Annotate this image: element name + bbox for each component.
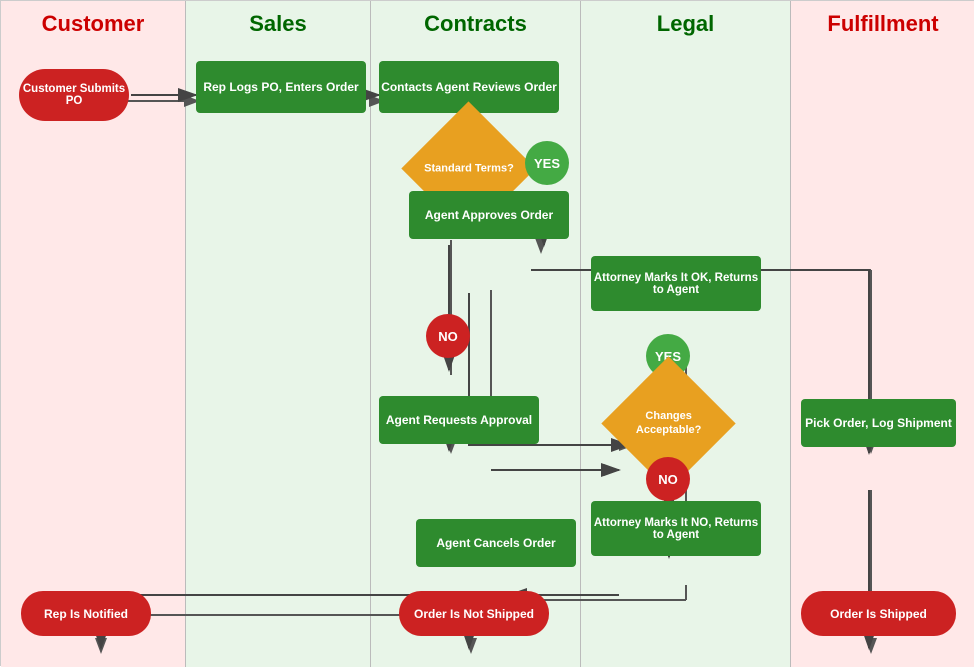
- customer-header: Customer: [1, 1, 185, 47]
- agent-requests-approval: Agent Requests Approval: [379, 396, 539, 444]
- legal-header: Legal: [581, 1, 790, 47]
- lane-legal: Legal: [581, 1, 791, 667]
- pick-order: Pick Order, Log Shipment: [801, 399, 956, 447]
- sales-header: Sales: [186, 1, 370, 47]
- no-circle-1: NO: [426, 314, 470, 358]
- flowchart: Customer Sales Contracts Legal Fulfillme…: [0, 0, 974, 666]
- lane-fulfillment: Fulfillment: [791, 1, 974, 667]
- no-circle-2: NO: [646, 457, 690, 501]
- agent-approves: Agent Approves Order: [409, 191, 569, 239]
- customer-submits-po: Customer Submits PO: [19, 69, 129, 121]
- attorney-marks-no: Attorney Marks It NO, Returns to Agent: [591, 501, 761, 556]
- agent-cancels-order: Agent Cancels Order: [416, 519, 576, 567]
- yes-circle-1: YES: [525, 141, 569, 185]
- order-not-shipped: Order Is Not Shipped: [399, 591, 549, 636]
- order-is-shipped: Order Is Shipped: [801, 591, 956, 636]
- contracts-header: Contracts: [371, 1, 580, 47]
- rep-is-notified: Rep Is Notified: [21, 591, 151, 636]
- attorney-marks-ok: Attorney Marks It OK, Returns to Agent: [591, 256, 761, 311]
- fulfillment-header: Fulfillment: [791, 1, 974, 47]
- rep-logs-po: Rep Logs PO, Enters Order: [196, 61, 366, 113]
